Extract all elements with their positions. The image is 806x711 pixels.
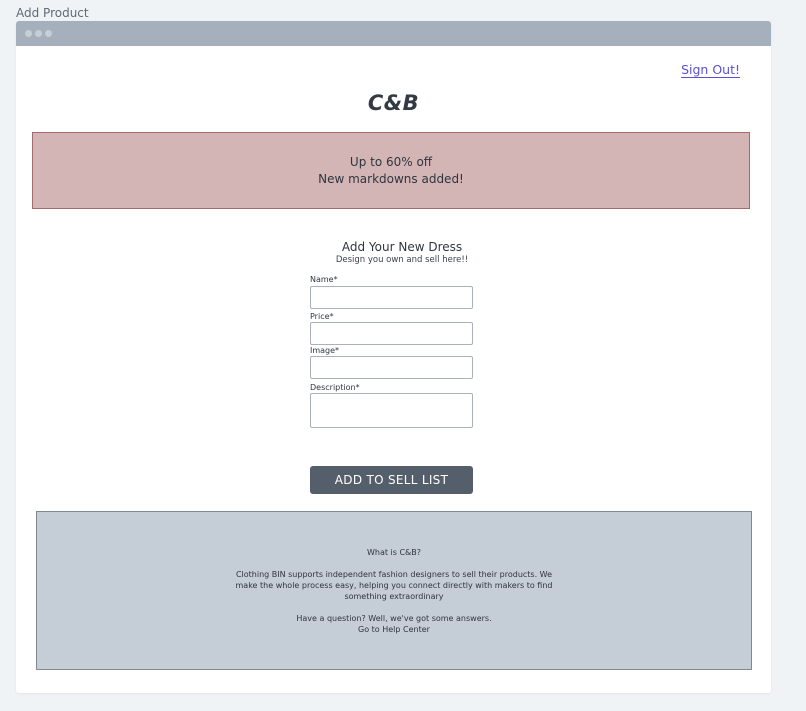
sign-out-link[interactable]: Sign Out! [681,62,740,77]
footer-question: Have a question? Well, we've got some an… [296,613,492,623]
footer-info: What is C&B? Clothing BIN supports indep… [36,511,752,670]
name-label: Name* [310,275,338,284]
promo-line-2: New markdowns added! [318,171,464,186]
window-dot-icon [35,30,42,37]
image-input[interactable] [310,356,473,379]
window-dot-icon [45,30,52,37]
browser-window: Sign Out! C&B Up to 60% off New markdown… [16,21,771,693]
form-title: Add Your New Dress [341,240,463,254]
form-subtitle: Design you own and sell here!! [335,255,469,265]
promo-line-1: Up to 60% off [349,154,433,169]
description-label: Description* [310,383,360,392]
price-input[interactable] [310,322,473,345]
add-to-sell-list-button[interactable]: ADD TO SELL LIST [310,466,473,494]
footer-heading: What is C&B? [366,547,422,557]
image-label: Image* [310,346,340,355]
brand-logo: C&B [367,91,420,115]
promo-banner: Up to 60% off New markdowns added! [32,132,750,209]
window-titlebar [16,21,771,46]
price-label: Price* [310,312,334,321]
page-title: Add Product [16,6,89,20]
help-center-link[interactable]: Go to Help Center [358,624,430,635]
add-product-form: Add Your New Dress Design you own and se… [310,240,474,428]
description-input[interactable] [310,393,473,428]
footer-about: Clothing BIN supports independent fashio… [235,569,553,601]
window-dot-icon [25,30,32,37]
name-input[interactable] [310,286,473,309]
